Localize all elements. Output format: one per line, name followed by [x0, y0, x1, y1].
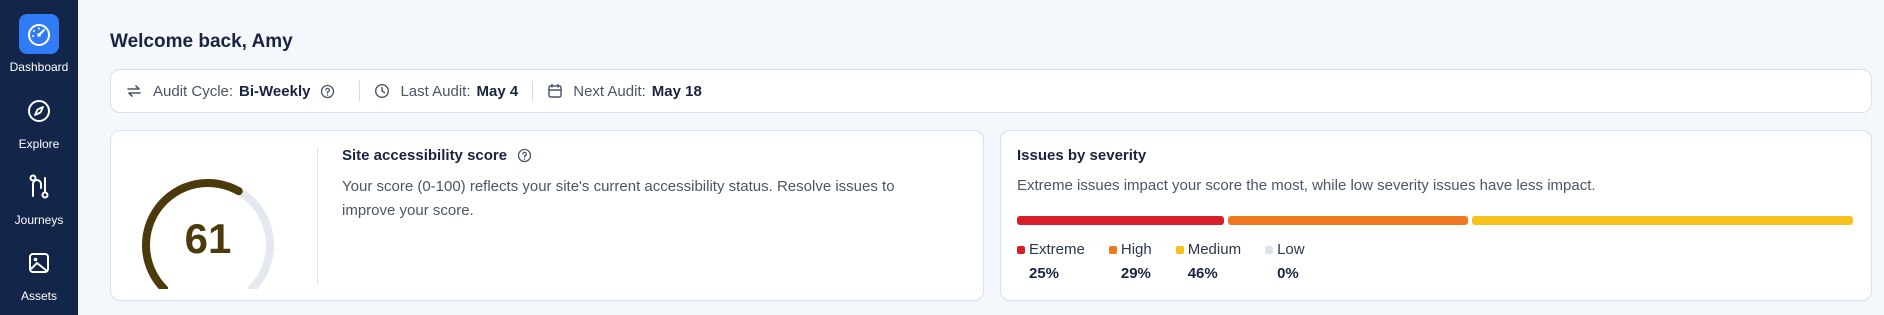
dashboard-gauge-icon: [19, 14, 59, 54]
last-audit-value: May 4: [476, 82, 519, 100]
legend-label: Medium: [1187, 241, 1242, 258]
image-icon: [19, 243, 59, 283]
help-circle-icon[interactable]: [320, 84, 335, 99]
sidebar-item-dashboard[interactable]: Dashboard: [0, 14, 78, 74]
next-audit-label: Next Audit:: [573, 82, 646, 100]
next-audit: Next Audit: May 18: [547, 83, 702, 100]
score-title-text: Site accessibility score: [342, 147, 508, 164]
audit-cycle: Audit Cycle: Bi-Weekly: [125, 82, 345, 100]
route-icon: [19, 167, 59, 207]
sidebar-item-journeys[interactable]: Journeys: [0, 167, 78, 227]
severity-segment-extreme: [1017, 216, 1224, 225]
clock-icon: [375, 83, 390, 99]
sidebar-item-label: Assets: [20, 289, 57, 303]
last-audit: Last Audit: May 4: [374, 83, 518, 100]
legend-item-medium: Medium 46%: [1175, 241, 1242, 282]
severity-stacked-bar: [1017, 216, 1853, 225]
divider: [359, 81, 361, 101]
score-gauge: 61: [135, 178, 281, 293]
score-description: Your score (0-100) reflects your site's …: [342, 178, 895, 219]
legend-item-low: Low 0%: [1265, 241, 1305, 282]
legend-label: Extreme: [1029, 241, 1085, 258]
sidebar-item-explore[interactable]: Explore: [0, 91, 78, 151]
page-title: Welcome back, Amy: [110, 31, 293, 52]
accessibility-score-card: 61 Site accessibility score Your score (…: [110, 130, 984, 301]
legend-swatch: [1017, 245, 1025, 254]
sidebar-item-assets[interactable]: Assets: [0, 243, 78, 303]
audit-cycle-label: Audit Cycle:: [153, 82, 234, 100]
issues-by-severity-card: Issues by severity Extreme issues impact…: [1000, 130, 1872, 301]
score-card-title: Site accessibility score: [342, 147, 532, 164]
legend-item-extreme: Extreme 25%: [1017, 241, 1085, 282]
sidebar: Dashboard Explore Journeys Assets: [0, 0, 78, 315]
legend-item-high: High 29%: [1108, 241, 1152, 282]
legend-swatch: [1175, 245, 1184, 254]
sidebar-item-label: Explore: [18, 137, 60, 151]
main-content: Welcome back, Amy Audit Cycle: Bi-Weekly…: [78, 0, 1884, 315]
issues-description: Extreme issues impact your score the mos…: [1017, 177, 1596, 194]
legend-percentage: 29%: [1120, 265, 1151, 282]
legend-percentage: 0%: [1277, 265, 1299, 282]
help-circle-icon[interactable]: [517, 148, 532, 163]
legend-label: Low: [1277, 241, 1305, 258]
severity-legend: Extreme 25% High 29% Medium 46% Low 0%: [1017, 241, 1329, 282]
legend-label: High: [1120, 241, 1152, 258]
issues-card-title: Issues by severity: [1017, 147, 1147, 164]
divider: [532, 81, 534, 101]
last-audit-label: Last Audit:: [400, 82, 471, 100]
audit-cycle-value: Bi-Weekly: [239, 82, 311, 100]
repeat-arrows-icon: [127, 85, 141, 97]
severity-segment-medium: [1472, 216, 1853, 225]
legend-percentage: 46%: [1187, 265, 1218, 282]
sidebar-item-label: Dashboard: [9, 60, 69, 74]
legend-percentage: 25%: [1029, 265, 1060, 282]
severity-segment-high: [1228, 216, 1469, 225]
calendar-icon: [548, 83, 562, 98]
compass-icon: [19, 91, 59, 131]
next-audit-value: May 18: [651, 82, 702, 100]
audit-info-bar: Audit Cycle: Bi-Weekly Last Audit: May 4: [110, 69, 1872, 113]
sidebar-item-label: Journeys: [14, 213, 64, 227]
divider: [317, 147, 318, 285]
score-value: 61: [184, 215, 232, 262]
legend-swatch: [1108, 245, 1117, 254]
legend-swatch: [1265, 245, 1274, 254]
